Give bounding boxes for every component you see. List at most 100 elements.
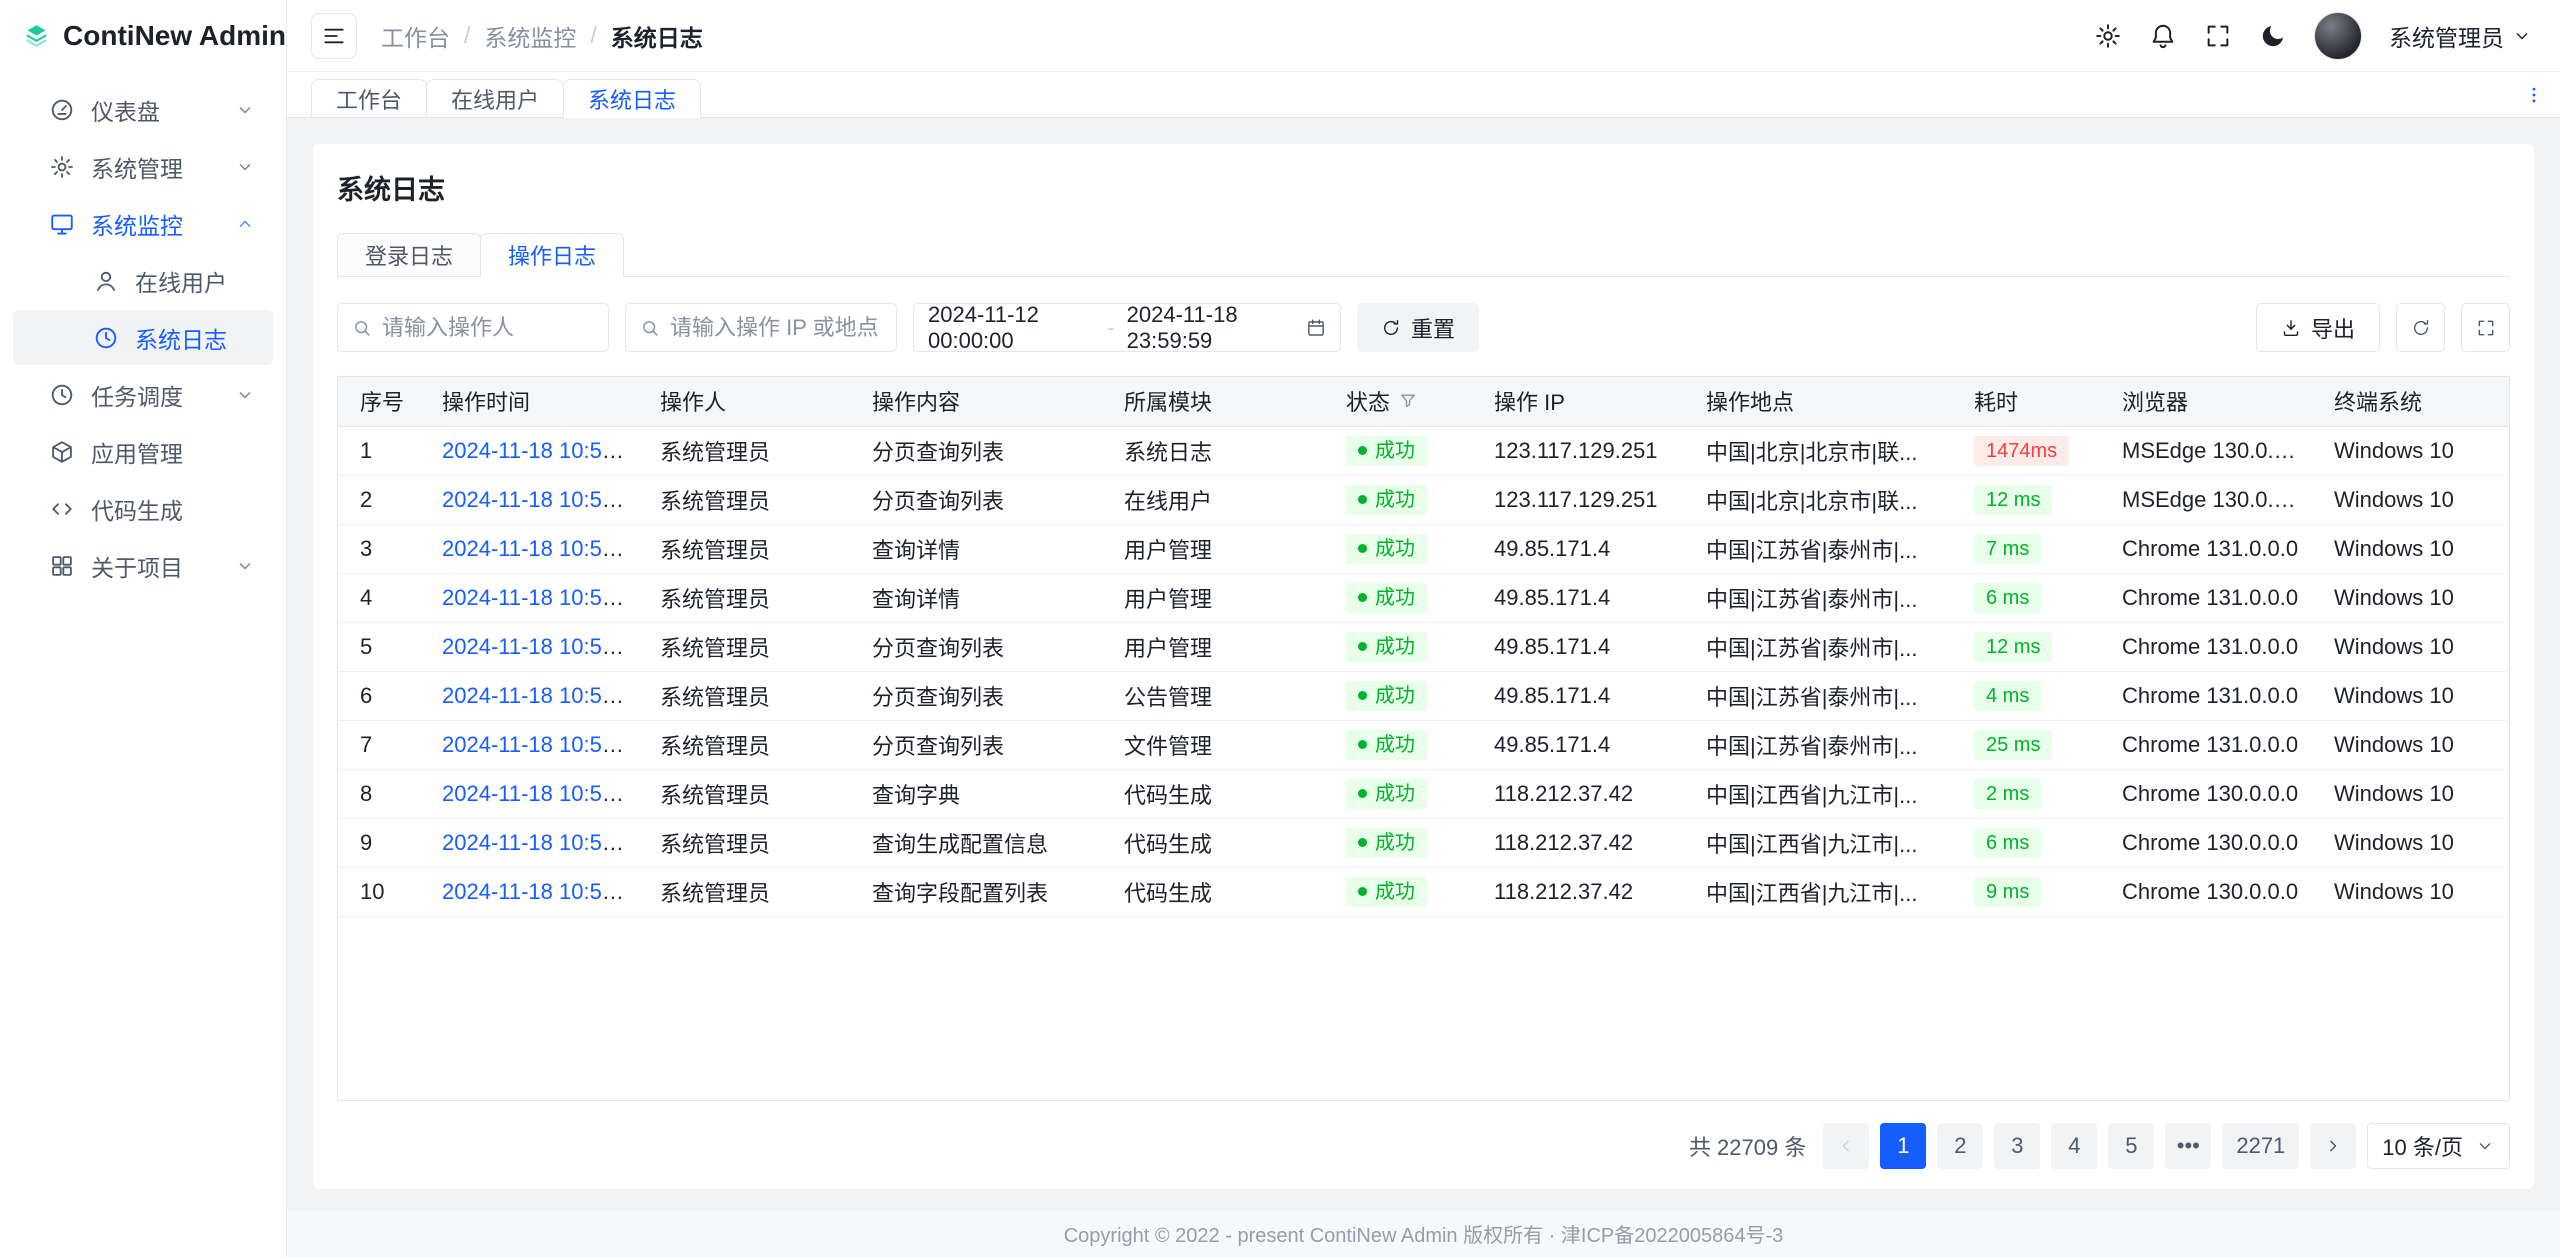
sidebar-item-online-users[interactable]: 在线用户 xyxy=(13,253,273,308)
box-icon xyxy=(49,439,75,465)
tab-operation-logs[interactable]: 操作日志 xyxy=(480,233,624,277)
tab-more-button[interactable] xyxy=(2524,85,2544,105)
log-time-link[interactable]: 2024-11-18 10:51:55 xyxy=(442,634,644,659)
status-dot xyxy=(1358,838,1367,847)
cell-os: Windows 10 xyxy=(2318,720,2509,769)
pagination-last-page[interactable]: 2271 xyxy=(2222,1123,2299,1169)
sidebar-collapse-button[interactable] xyxy=(311,13,357,59)
breadcrumb-item[interactable]: 系统监控 xyxy=(484,19,576,53)
table-fullscreen-button[interactable] xyxy=(2461,303,2510,352)
cell-index: 9 xyxy=(338,818,426,867)
cell-module: 代码生成 xyxy=(1108,769,1330,818)
log-time-link[interactable]: 2024-11-18 10:52:12 xyxy=(442,536,644,561)
ip-search-input[interactable] xyxy=(670,315,882,341)
status-filter-icon[interactable] xyxy=(1398,391,1418,411)
date-range-picker[interactable]: 2024-11-12 00:00:00 - 2024-11-18 23:59:5… xyxy=(913,303,1341,352)
log-time-link[interactable]: 2024-11-18 10:52:55 xyxy=(442,438,644,463)
col-location: 操作地点 xyxy=(1690,377,1958,426)
sidebar-item-system-monitor[interactable]: 系统监控 xyxy=(13,196,273,251)
chevron-down-icon xyxy=(2475,1136,2495,1156)
notifications-button[interactable] xyxy=(2149,22,2177,50)
tab-login-logs[interactable]: 登录日志 xyxy=(337,233,481,277)
log-type-tabs: 登录日志 操作日志 xyxy=(337,233,2510,277)
sidebar-item-task-schedule[interactable]: 任务调度 xyxy=(13,367,273,422)
cell-index: 1 xyxy=(338,426,426,475)
cell-operator: 系统管理员 xyxy=(644,426,856,475)
more-vertical-icon xyxy=(2524,85,2544,105)
cell-browser: MSEdge 130.0.0.0 xyxy=(2106,426,2318,475)
page-tabs-strip: 工作台 在线用户 系统日志 xyxy=(287,72,2560,118)
fullscreen-button[interactable] xyxy=(2204,22,2232,50)
breadcrumb: 工作台 / 系统监控 / 系统日志 xyxy=(381,19,703,53)
col-operator: 操作人 xyxy=(644,377,856,426)
pagination-page-4[interactable]: 4 xyxy=(2051,1123,2097,1169)
settings-button[interactable] xyxy=(2094,22,2122,50)
pagination-page-1[interactable]: 1 xyxy=(1880,1123,1926,1169)
tab-workbench[interactable]: 工作台 xyxy=(311,79,427,118)
cell-content: 查询字典 xyxy=(856,769,1108,818)
cell-operator: 系统管理员 xyxy=(644,671,856,720)
table-row: 102024-11-18 10:51:49系统管理员查询字段配置列表代码生成成功… xyxy=(338,867,2509,916)
filter-toolbar: 2024-11-12 00:00:00 - 2024-11-18 23:59:5… xyxy=(337,303,2510,352)
cell-module: 系统日志 xyxy=(1108,426,1330,475)
theme-toggle-button[interactable] xyxy=(2259,22,2287,50)
status-badge: 成功 xyxy=(1346,681,1427,711)
sidebar-item-label: 在线用户 xyxy=(135,264,255,298)
chevron-right-icon xyxy=(2323,1136,2343,1156)
log-time-link[interactable]: 2024-11-18 10:52:47 xyxy=(442,487,644,512)
cell-time: 2024-11-18 10:51:55 xyxy=(426,622,644,671)
breadcrumb-item[interactable]: 工作台 xyxy=(381,19,450,53)
log-time-link[interactable]: 2024-11-18 10:51:52 xyxy=(442,732,644,757)
duration-badge: 12 ms xyxy=(1974,632,2052,662)
footer: Copyright © 2022 - present ContiNew Admi… xyxy=(287,1209,2560,1257)
col-time: 操作时间 xyxy=(426,377,644,426)
cell-operator: 系统管理员 xyxy=(644,573,856,622)
log-time-link[interactable]: 2024-11-18 10:51:53 xyxy=(442,683,644,708)
sidebar-item-system-management[interactable]: 系统管理 xyxy=(13,139,273,194)
operator-search-input[interactable] xyxy=(382,315,594,341)
gear-icon xyxy=(2094,22,2122,50)
cell-status: 成功 xyxy=(1330,720,1478,769)
avatar[interactable] xyxy=(2314,12,2362,60)
sidebar-item-dashboard[interactable]: 仪表盘 xyxy=(13,82,273,137)
search-icon xyxy=(352,318,372,338)
log-time-link[interactable]: 2024-11-18 10:51:49 xyxy=(442,879,644,904)
refresh-table-button[interactable] xyxy=(2396,303,2445,352)
cell-location: 中国|江西省|九江市|... xyxy=(1690,818,1958,867)
tab-system-logs[interactable]: 系统日志 xyxy=(563,79,701,118)
gear-icon xyxy=(49,154,75,180)
page-size-select[interactable]: 10 条/页 xyxy=(2367,1123,2510,1169)
status-dot xyxy=(1358,495,1367,504)
pagination-page-3[interactable]: 3 xyxy=(1994,1123,2040,1169)
date-range-separator: - xyxy=(1107,315,1114,341)
log-time-link[interactable]: 2024-11-18 10:52:05 xyxy=(442,585,644,610)
cell-time: 2024-11-18 10:51:52 xyxy=(426,720,644,769)
status-dot xyxy=(1358,887,1367,896)
pagination-ellipsis[interactable]: ••• xyxy=(2165,1123,2211,1169)
col-content: 操作内容 xyxy=(856,377,1108,426)
pagination-prev-button[interactable] xyxy=(1823,1123,1869,1169)
pagination-page-2[interactable]: 2 xyxy=(1937,1123,1983,1169)
cell-ip: 123.117.129.251 xyxy=(1478,426,1690,475)
status-badge: 成功 xyxy=(1346,828,1427,858)
cell-duration: 6 ms xyxy=(1958,818,2106,867)
pagination-page-5[interactable]: 5 xyxy=(2108,1123,2154,1169)
sidebar-item-system-logs[interactable]: 系统日志 xyxy=(13,310,273,365)
search-icon xyxy=(640,318,660,338)
sidebar-item-label: 仪表盘 xyxy=(91,93,219,127)
sidebar-item-app-management[interactable]: 应用管理 xyxy=(13,424,273,479)
app-title: ContiNew Admin xyxy=(63,20,286,52)
table-row: 12024-11-18 10:52:55系统管理员分页查询列表系统日志成功123… xyxy=(338,426,2509,475)
col-index: 序号 xyxy=(338,377,426,426)
sidebar-item-about[interactable]: 关于项目 xyxy=(13,538,273,593)
export-button[interactable]: 导出 xyxy=(2256,303,2380,352)
log-time-link[interactable]: 2024-11-18 10:51:49 xyxy=(442,830,644,855)
reset-button[interactable]: 重置 xyxy=(1357,303,1479,352)
sidebar-item-code-generation[interactable]: 代码生成 xyxy=(13,481,273,536)
cell-duration: 7 ms xyxy=(1958,524,2106,573)
grid-icon xyxy=(49,553,75,579)
user-menu[interactable]: 系统管理员 xyxy=(2389,19,2532,53)
pagination-next-button[interactable] xyxy=(2310,1123,2356,1169)
log-time-link[interactable]: 2024-11-18 10:51:50 xyxy=(442,781,644,806)
tab-online-users[interactable]: 在线用户 xyxy=(426,79,564,118)
